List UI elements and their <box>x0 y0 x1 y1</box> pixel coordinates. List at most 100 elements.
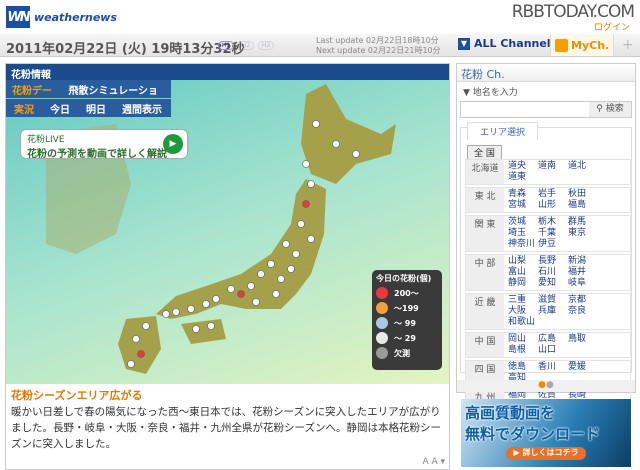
add-button[interactable]: + <box>622 37 634 53</box>
prefecture-link[interactable]: 青森 <box>508 189 538 200</box>
prefecture-link[interactable]: 岐阜 <box>568 278 598 289</box>
pollen-marker[interactable] <box>287 265 295 273</box>
pill-h1[interactable]: H1 <box>218 41 234 50</box>
pollen-marker[interactable] <box>252 298 260 306</box>
prefecture-link[interactable]: 広島 <box>538 334 568 345</box>
mych-button[interactable]: MyCh. <box>550 34 614 56</box>
font-size-controls[interactable]: A A ▾ <box>422 457 445 467</box>
prefecture-link[interactable]: 徳島 <box>508 362 538 373</box>
prefecture-link[interactable]: 富山 <box>508 267 538 278</box>
prefecture-link[interactable]: 奈良 <box>568 306 598 317</box>
prefecture-link[interactable]: 愛知 <box>538 278 568 289</box>
region-name[interactable]: 東 北 <box>466 188 504 212</box>
region-name[interactable]: 近 畿 <box>466 294 504 329</box>
prefecture-link[interactable]: 東京 <box>568 228 598 239</box>
pollen-marker[interactable] <box>277 275 285 283</box>
pollen-marker[interactable] <box>352 150 360 158</box>
pager-dot[interactable]: ● <box>546 380 554 390</box>
tab-area-select[interactable]: エリア選択 <box>467 122 539 140</box>
prefecture-link[interactable]: 岩手 <box>538 189 568 200</box>
pollen-marker[interactable] <box>237 290 245 298</box>
pollen-marker[interactable] <box>267 260 275 268</box>
prefecture-link[interactable]: 神奈川 <box>508 239 538 250</box>
prefecture-link[interactable]: 群馬 <box>568 217 598 228</box>
tab-pollen-data[interactable]: 花粉データ <box>12 82 60 112</box>
prefecture-link[interactable]: 滋賀 <box>538 295 568 306</box>
prefecture-link[interactable]: 新潟 <box>568 256 598 267</box>
pollen-marker[interactable] <box>162 310 170 318</box>
prefecture-link[interactable]: 京都 <box>568 295 598 306</box>
region-name[interactable]: 関 東 <box>466 216 504 251</box>
tab-today[interactable]: 今日 <box>42 101 78 116</box>
pollen-marker[interactable] <box>202 300 210 308</box>
ad-details-button[interactable]: ▶ 詳しくはコチラ <box>506 447 586 460</box>
prefecture-link[interactable]: 宮城 <box>508 200 538 211</box>
pollen-marker[interactable] <box>302 200 310 208</box>
prefecture-link[interactable]: 伊豆 <box>538 239 568 250</box>
pollen-marker[interactable] <box>307 180 315 188</box>
region-name[interactable]: 中 国 <box>466 333 504 357</box>
pollen-marker[interactable] <box>282 240 290 248</box>
prefecture-link[interactable]: 埼玉 <box>508 228 538 239</box>
prefecture-link[interactable]: 秋田 <box>568 189 598 200</box>
pollen-marker[interactable] <box>307 235 315 243</box>
search-button[interactable]: ⚲ 検索 <box>589 102 631 117</box>
pollen-marker[interactable] <box>312 120 320 128</box>
area-all-button[interactable]: 全 国 <box>467 145 502 160</box>
pollen-marker[interactable] <box>192 325 200 333</box>
prefecture-link[interactable]: 福井 <box>568 267 598 278</box>
weathernews-logo[interactable]: WN weathernews <box>6 6 117 28</box>
prefecture-link[interactable]: 山形 <box>538 200 568 211</box>
region-name[interactable]: 北海道 <box>466 160 504 184</box>
prefecture-link[interactable]: 岡山 <box>508 334 538 345</box>
pollen-marker[interactable] <box>172 308 180 316</box>
pollen-marker[interactable] <box>272 290 280 298</box>
pollen-marker[interactable] <box>247 282 255 290</box>
prefecture-link[interactable]: 山口 <box>538 345 568 356</box>
pollen-marker[interactable] <box>302 160 310 168</box>
pollen-marker[interactable] <box>257 270 265 278</box>
prefecture-link[interactable]: 長野 <box>538 256 568 267</box>
prefecture-link[interactable]: 島根 <box>508 345 538 356</box>
prefecture-link[interactable]: 和歌山 <box>508 317 538 328</box>
pollen-marker[interactable] <box>207 322 215 330</box>
pager-dots[interactable]: ●● <box>457 380 635 392</box>
prefecture-link[interactable]: 大阪 <box>508 306 538 317</box>
play-icon[interactable]: ▶ <box>163 134 183 154</box>
prefecture-link[interactable]: 道南 <box>538 161 568 172</box>
pollen-marker[interactable] <box>142 322 150 330</box>
pollen-live-banner[interactable]: 花粉LIVE 花粉の予測を動画で詳しく解説 ▶ <box>20 129 188 160</box>
region-name[interactable]: 中 部 <box>466 255 504 290</box>
prefecture-link[interactable]: 三重 <box>508 295 538 306</box>
tab-weekly[interactable]: 週間表示 <box>114 101 170 116</box>
location-search-input[interactable] <box>461 102 589 117</box>
prefecture-link[interactable]: 栃木 <box>538 217 568 228</box>
pollen-marker[interactable] <box>332 140 340 148</box>
prefecture-link[interactable]: 道東 <box>508 172 538 183</box>
pollen-marker[interactable] <box>292 250 300 258</box>
pollen-marker[interactable] <box>137 350 145 358</box>
pollen-marker[interactable] <box>132 335 140 343</box>
pollen-marker[interactable] <box>227 285 235 293</box>
prefecture-link[interactable]: 愛媛 <box>568 362 598 373</box>
video-ad-banner[interactable]: 高画質動画を 無料でダウンロード ▶ 詳しくはコチラ <box>461 399 631 467</box>
pager-dot-active[interactable]: ● <box>538 380 546 390</box>
prefecture-link[interactable]: 福島 <box>568 200 598 211</box>
prefecture-link[interactable]: 千葉 <box>538 228 568 239</box>
login-link[interactable]: ログイン <box>594 20 630 33</box>
tab-actual[interactable]: 実況 <box>6 101 42 116</box>
tab-tomorrow[interactable]: 明日 <box>78 101 114 116</box>
tab-simulation[interactable]: 飛散シミュレーション <box>68 82 165 112</box>
pollen-marker[interactable] <box>187 305 195 313</box>
prefecture-link[interactable]: 静岡 <box>508 278 538 289</box>
all-channel-button[interactable]: ▼ ALL Channel <box>458 37 551 50</box>
pollen-marker[interactable] <box>127 360 135 368</box>
pollen-marker[interactable] <box>297 220 305 228</box>
prefecture-link[interactable]: 道北 <box>568 161 598 172</box>
prefecture-link[interactable]: 香川 <box>538 362 568 373</box>
prefecture-link[interactable]: 道央 <box>508 161 538 172</box>
prefecture-link[interactable]: 鳥取 <box>568 334 598 345</box>
pill-h2[interactable]: H2 <box>238 41 254 50</box>
prefecture-link[interactable]: 兵庫 <box>538 306 568 317</box>
prefecture-link[interactable]: 山梨 <box>508 256 538 267</box>
